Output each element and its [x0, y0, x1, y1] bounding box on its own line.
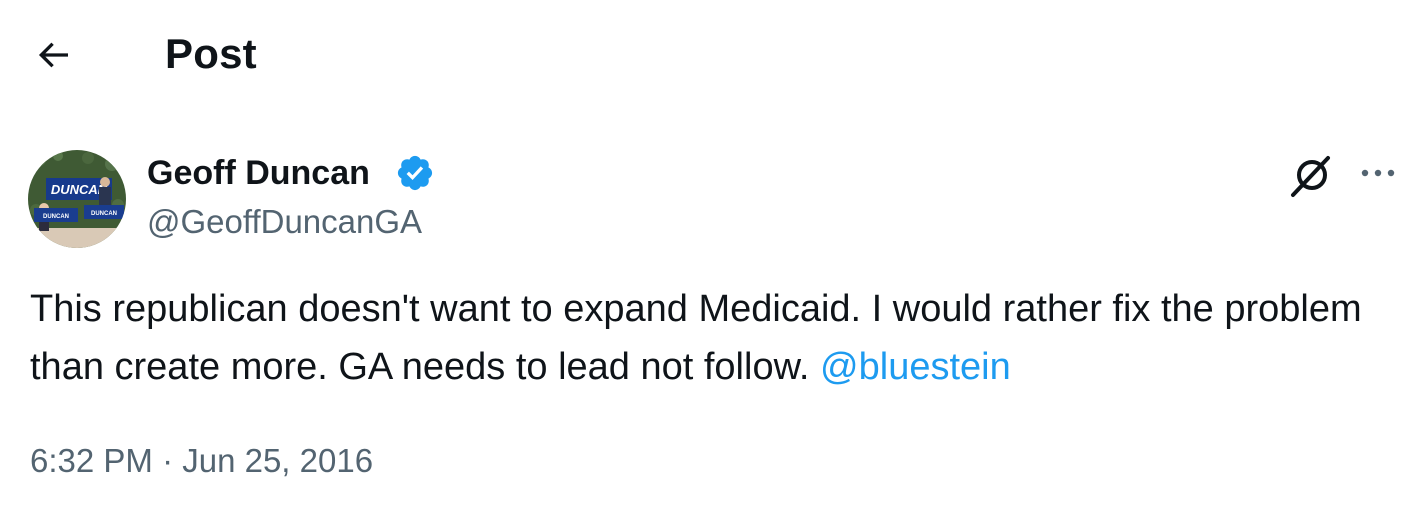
grok-icon [1291, 156, 1330, 197]
verified-badge-icon [397, 155, 433, 191]
grok-button[interactable] [1285, 150, 1337, 202]
post-header: Post [0, 0, 1418, 110]
post-text: This republican doesn't want to expand M… [30, 288, 1362, 388]
author-handle[interactable]: @GeoffDuncanGA [147, 201, 422, 243]
avatar-image: DUNCAN DUNCAN DUNCAN [28, 150, 126, 248]
arrow-left-icon [38, 42, 68, 68]
page-title: Post [165, 30, 257, 77]
more-options-button[interactable] [1352, 150, 1404, 196]
svg-text:DUNCAN: DUNCAN [91, 211, 117, 217]
svg-text:DUNCAN: DUNCAN [43, 214, 69, 220]
avatar[interactable]: DUNCAN DUNCAN DUNCAN [28, 150, 126, 248]
mention-link[interactable]: @bluestein [820, 346, 1011, 388]
post-body: This republican doesn't want to expand M… [30, 280, 1400, 396]
verified-badge[interactable] [395, 153, 435, 193]
more-horizontal-icon [1361, 169, 1395, 177]
post-timestamp[interactable]: 6:32 PM · Jun 25, 2016 [30, 438, 373, 484]
author-display-name[interactable]: Geoff Duncan [147, 152, 370, 194]
back-button[interactable] [22, 26, 84, 84]
